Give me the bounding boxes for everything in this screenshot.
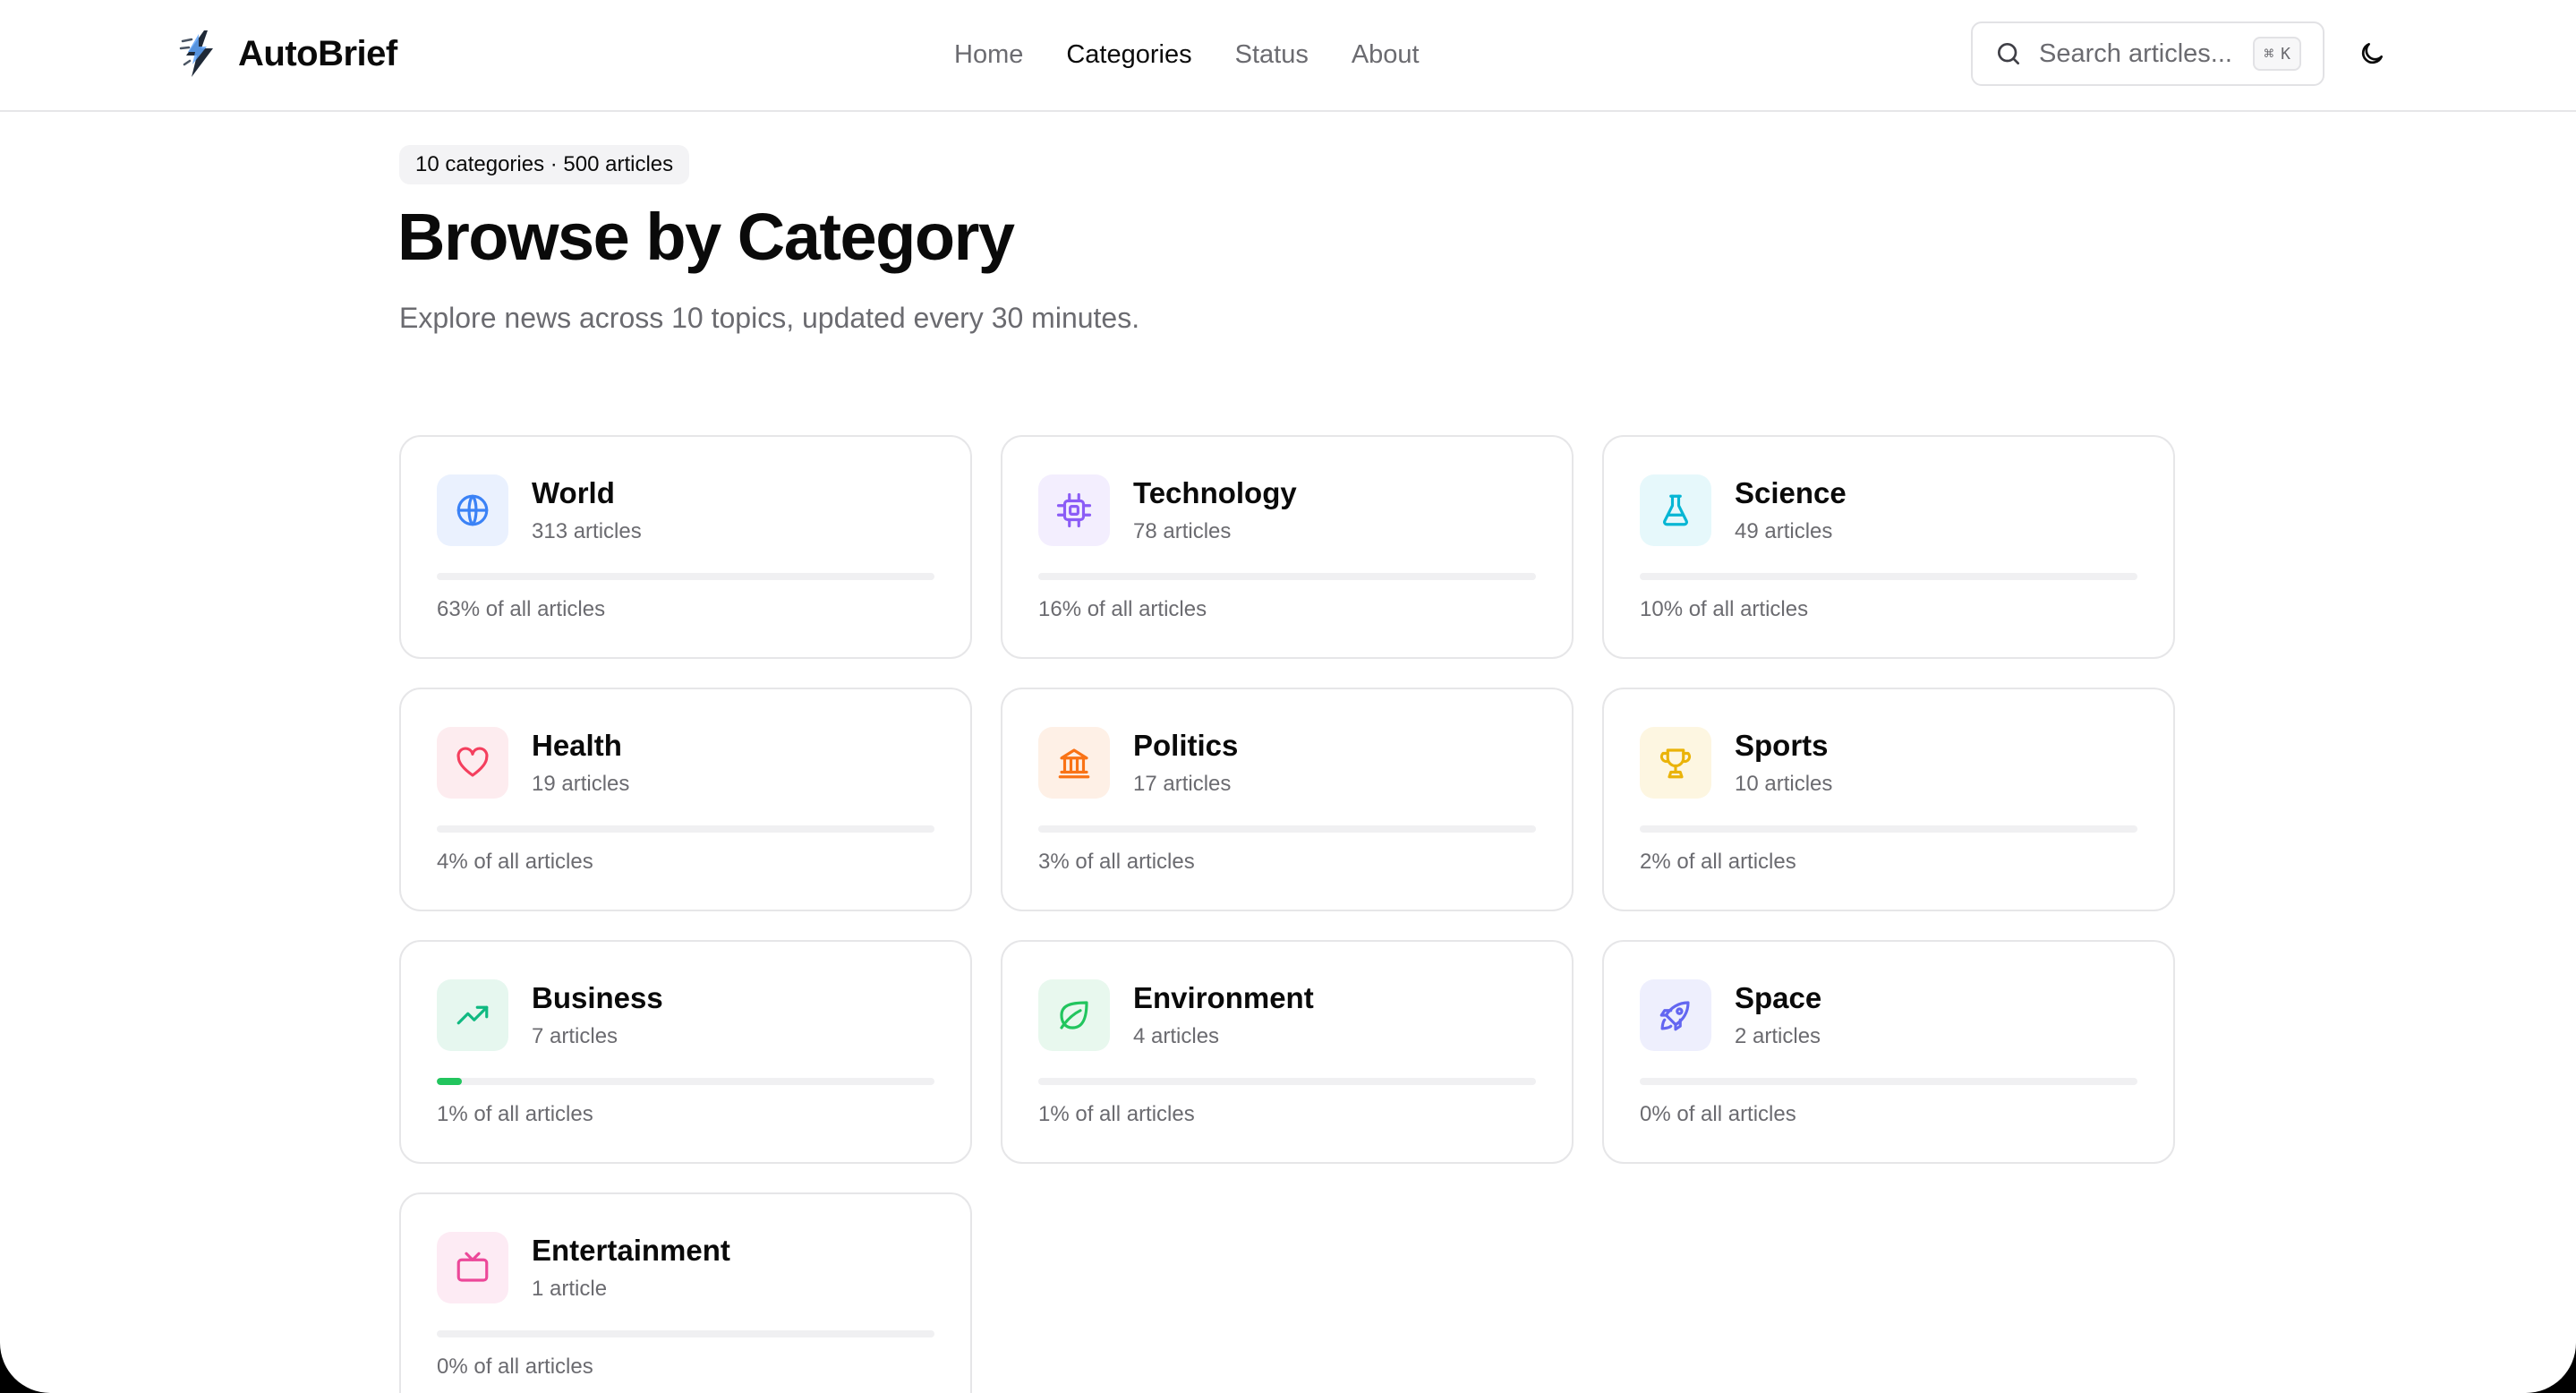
category-share-bar xyxy=(1640,1078,2137,1085)
summary-badge: 10 categories · 500 articles xyxy=(399,145,690,184)
category-article-count: 313 articles xyxy=(532,519,642,543)
tv-icon xyxy=(456,1252,489,1282)
category-icon-tile xyxy=(1640,474,1711,546)
nav-categories[interactable]: Categories xyxy=(1066,40,1191,70)
category-card-politics[interactable]: Politics 17 articles 3% of all articles xyxy=(1001,688,1574,911)
category-article-count: 17 articles xyxy=(1133,772,1232,796)
category-name: Politics xyxy=(1133,729,1239,762)
category-icon-tile xyxy=(1038,474,1110,546)
category-share-bar xyxy=(437,825,934,833)
category-icon-tile xyxy=(437,1232,508,1303)
category-icon-tile xyxy=(437,474,508,546)
category-share-label: 1% of all articles xyxy=(1038,1102,1195,1126)
category-grid: World 313 articles 63% of all articles Tech… xyxy=(399,435,2175,1393)
page-title: Browse by Category xyxy=(397,200,1015,274)
trophy-icon xyxy=(1659,748,1692,779)
globe-icon xyxy=(456,494,489,526)
category-share-bar xyxy=(1038,825,1536,833)
category-name: Sports xyxy=(1735,729,1829,762)
category-share-label: 0% of all articles xyxy=(437,1355,593,1379)
shortcut-key: K xyxy=(2281,44,2290,64)
leaf-icon xyxy=(1060,1001,1088,1030)
category-name: Business xyxy=(532,981,663,1014)
page-subtitle: Explore news across 10 topics, updated e… xyxy=(399,302,1140,334)
category-name: World xyxy=(532,476,615,509)
lightning-logo-icon xyxy=(179,30,213,77)
app-window: AutoBrief Home Categories Status About S… xyxy=(0,0,2576,1393)
category-share-bar xyxy=(437,1330,934,1337)
category-share-bar xyxy=(1038,573,1536,580)
category-name: Environment xyxy=(1133,981,1314,1014)
nav-about[interactable]: About xyxy=(1352,40,1420,70)
category-card-world[interactable]: World 313 articles 63% of all articles xyxy=(399,435,972,659)
category-share-bar xyxy=(437,1078,934,1085)
rocket-icon xyxy=(1659,1001,1690,1031)
category-share-label: 1% of all articles xyxy=(437,1102,593,1126)
category-name: Entertainment xyxy=(532,1234,730,1267)
category-share-bar xyxy=(1640,825,2137,833)
category-share-label: 2% of all articles xyxy=(1640,850,1796,874)
moon-icon xyxy=(2361,43,2383,64)
landmark-icon xyxy=(1058,748,1090,779)
category-name: Health xyxy=(532,729,622,762)
category-article-count: 4 articles xyxy=(1133,1024,1220,1048)
theme-toggle-button[interactable] xyxy=(2352,34,2392,73)
search-button[interactable]: Search articles... ⌘ K xyxy=(1971,21,2324,86)
category-article-count: 10 articles xyxy=(1735,772,1833,796)
main-nav: Home Categories Status About xyxy=(954,34,1420,75)
category-card-environment[interactable]: Environment 4 articles 1% of all articles xyxy=(1001,940,1574,1164)
category-share-label: 0% of all articles xyxy=(1640,1102,1796,1126)
nav-status[interactable]: Status xyxy=(1235,40,1309,70)
category-icon-tile xyxy=(437,727,508,799)
category-icon-tile xyxy=(1038,979,1110,1051)
top-header: AutoBrief Home Categories Status About S… xyxy=(0,0,2576,112)
category-name: Technology xyxy=(1133,476,1297,509)
nav-home[interactable]: Home xyxy=(954,40,1023,70)
category-icon-tile xyxy=(437,979,508,1051)
category-icon-tile xyxy=(1640,979,1711,1051)
category-share-label: 3% of all articles xyxy=(1038,850,1195,874)
trending-up-icon xyxy=(456,1005,489,1025)
category-article-count: 78 articles xyxy=(1133,519,1232,543)
category-share-label: 10% of all articles xyxy=(1640,597,1809,621)
brand[interactable]: AutoBrief xyxy=(177,29,397,79)
category-article-count: 2 articles xyxy=(1735,1024,1821,1048)
cpu-icon xyxy=(1056,492,1092,528)
category-article-count: 49 articles xyxy=(1735,519,1833,543)
category-card-entertainment[interactable]: Entertainment 1 article 0% of all articles xyxy=(399,1192,972,1393)
category-icon-tile xyxy=(1640,727,1711,799)
category-article-count: 19 articles xyxy=(532,772,630,796)
heart-icon xyxy=(456,747,489,777)
category-card-science[interactable]: Science 49 articles 10% of all articles xyxy=(1602,435,2175,659)
category-share-label: 4% of all articles xyxy=(437,850,593,874)
category-share-bar-fill xyxy=(437,1078,462,1085)
category-share-bar xyxy=(437,573,934,580)
category-card-business[interactable]: Business 7 articles 1% of all articles xyxy=(399,940,972,1164)
category-article-count: 1 article xyxy=(532,1277,608,1301)
category-card-technology[interactable]: Technology 78 articles 16% of all articles xyxy=(1001,435,1574,659)
category-share-bar xyxy=(1640,573,2137,580)
command-key-icon: ⌘ xyxy=(2264,44,2274,64)
category-card-health[interactable]: Health 19 articles 4% of all articles xyxy=(399,688,972,911)
search-shortcut: ⌘ K xyxy=(2253,37,2301,71)
category-name: Space xyxy=(1735,981,1822,1014)
category-icon-tile xyxy=(1038,727,1110,799)
category-share-label: 16% of all articles xyxy=(1038,597,1207,621)
brand-name: AutoBrief xyxy=(238,33,397,73)
search-placeholder: Search articles... xyxy=(2039,38,2232,68)
category-card-space[interactable]: Space 2 articles 0% of all articles xyxy=(1602,940,2175,1164)
search-icon xyxy=(1998,43,2019,64)
category-name: Science xyxy=(1735,476,1847,509)
category-card-sports[interactable]: Sports 10 articles 2% of all articles xyxy=(1602,688,2175,911)
flask-icon xyxy=(1663,494,1688,526)
category-share-label: 63% of all articles xyxy=(437,597,606,621)
category-article-count: 7 articles xyxy=(532,1024,618,1048)
category-share-bar xyxy=(1038,1078,1536,1085)
